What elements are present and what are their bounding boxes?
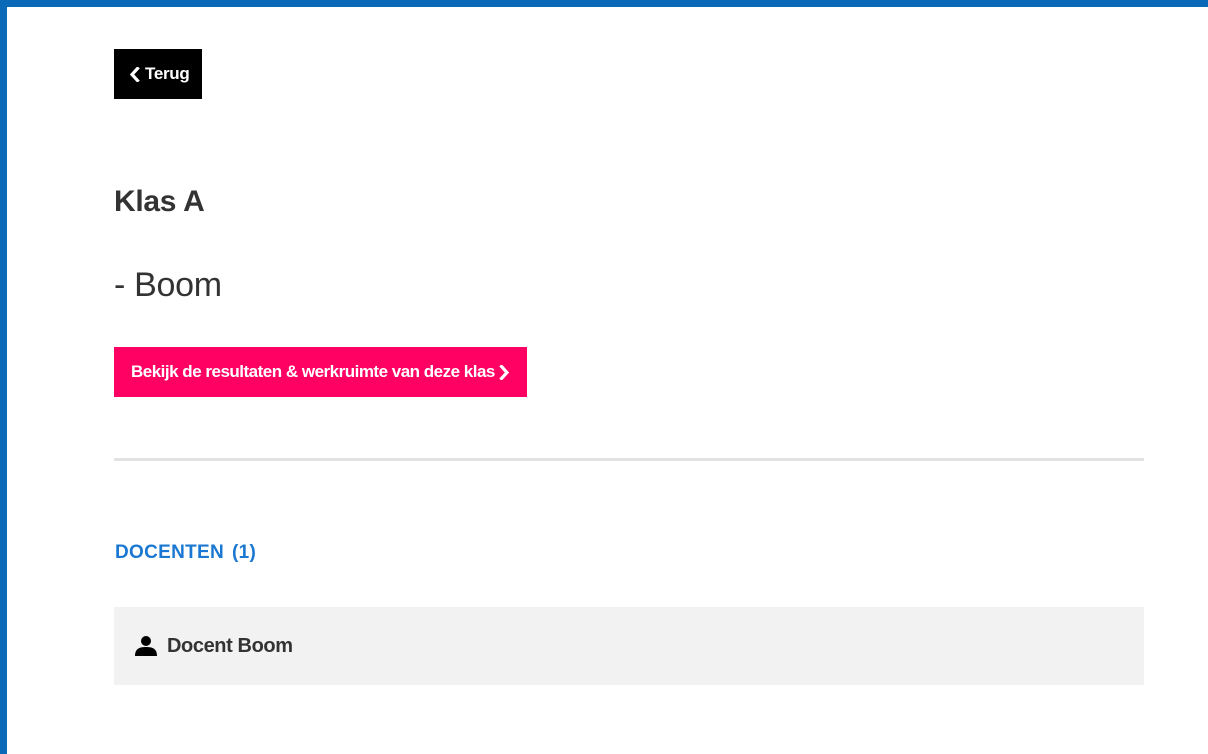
page-subtitle: - Boom	[114, 266, 222, 304]
teachers-count: (1)	[232, 542, 257, 563]
page-title: Klas A	[114, 185, 205, 218]
section-divider	[114, 458, 1144, 461]
user-icon	[134, 635, 158, 657]
teachers-section-heading: DOCENTEN (1)	[115, 542, 256, 564]
back-button[interactable]: Terug	[114, 49, 203, 99]
chevron-left-icon	[129, 66, 140, 82]
teacher-name: Docent Boom	[167, 634, 293, 657]
main-content: Terug Klas A - Boom Bekijk de resultaten…	[114, 49, 1144, 685]
view-results-button[interactable]: Bekijk de resultaten & werkruimte van de…	[114, 347, 527, 397]
teacher-list-item[interactable]: Docent Boom	[114, 607, 1144, 685]
chevron-right-icon	[499, 364, 510, 380]
view-results-button-label: Bekijk de resultaten & werkruimte van de…	[131, 362, 495, 381]
teachers-heading-label: DOCENTEN	[115, 542, 225, 563]
back-button-label: Terug	[145, 64, 190, 83]
